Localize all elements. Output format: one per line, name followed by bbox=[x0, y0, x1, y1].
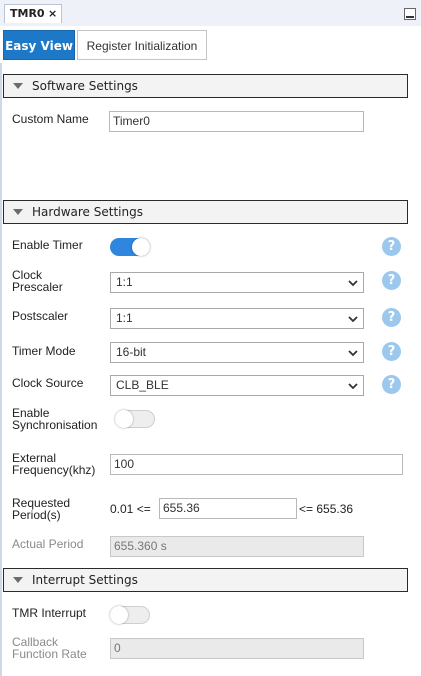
document-tab-title: TMR0 bbox=[10, 7, 45, 20]
chevron-down-icon bbox=[348, 280, 358, 287]
ext-freq-input[interactable]: 100 bbox=[110, 454, 403, 475]
selected-value: 16-bit bbox=[116, 345, 147, 359]
selected-value: 1:1 bbox=[116, 275, 133, 289]
software-settings-header[interactable]: Software Settings bbox=[3, 74, 408, 98]
chevron-down-icon bbox=[348, 350, 358, 357]
postscaler-label: Postscaler bbox=[12, 309, 69, 323]
timer-mode-label: Timer Mode bbox=[12, 344, 76, 358]
selected-value: 1:1 bbox=[116, 311, 133, 325]
actual-period-label: Actual Period bbox=[12, 537, 84, 551]
toggle-knob bbox=[110, 606, 128, 624]
tab-register-initialization[interactable]: Register Initialization bbox=[77, 30, 207, 60]
req-period-max: <= 655.36 bbox=[299, 502, 354, 516]
clock-prescaler-select[interactable]: 1:1 bbox=[110, 272, 364, 293]
collapse-triangle-icon[interactable] bbox=[13, 83, 23, 89]
toggle-knob bbox=[115, 410, 133, 428]
tmr-interrupt-toggle[interactable] bbox=[110, 606, 150, 624]
enable-timer-toggle[interactable] bbox=[110, 238, 150, 256]
enable-timer-label: Enable Timer bbox=[12, 238, 83, 252]
actual-period-value: 655.360 s bbox=[110, 536, 364, 557]
chevron-down-icon bbox=[348, 383, 358, 390]
help-icon[interactable]: ? bbox=[382, 308, 401, 327]
enable-sync-label-line2: Synchronisation bbox=[12, 418, 98, 432]
tmr-interrupt-label: TMR Interrupt bbox=[12, 606, 87, 620]
help-icon[interactable]: ? bbox=[382, 342, 401, 361]
section-title: Interrupt Settings bbox=[32, 573, 138, 587]
panel-left-border bbox=[0, 63, 2, 676]
collapse-triangle-icon[interactable] bbox=[13, 577, 23, 583]
document-tab-bar bbox=[0, 0, 421, 27]
section-title: Hardware Settings bbox=[32, 205, 143, 219]
custom-name-input[interactable]: Timer0 bbox=[109, 111, 364, 132]
req-period-min: 0.01 <= bbox=[110, 502, 151, 516]
chevron-down-icon bbox=[348, 316, 358, 323]
document-tab-tmr0[interactable]: TMR0 × bbox=[4, 4, 62, 23]
callback-rate-label-line2: Function Rate bbox=[12, 647, 87, 661]
close-icon[interactable]: × bbox=[48, 5, 57, 23]
minimize-icon[interactable] bbox=[404, 8, 416, 20]
help-icon[interactable]: ? bbox=[382, 375, 401, 394]
clock-source-select[interactable]: CLB_BLE bbox=[110, 375, 364, 396]
postscaler-select[interactable]: 1:1 bbox=[110, 308, 364, 329]
tab-easy-view[interactable]: Easy View bbox=[3, 30, 75, 60]
callback-rate-input: 0 bbox=[110, 638, 364, 659]
ext-freq-label-line2: Frequency(khz) bbox=[12, 463, 96, 477]
custom-name-label: Custom Name bbox=[12, 112, 89, 126]
section-title: Software Settings bbox=[32, 79, 138, 93]
toggle-knob bbox=[132, 238, 150, 256]
interrupt-settings-header[interactable]: Interrupt Settings bbox=[3, 568, 408, 592]
req-period-label-line2: Period(s) bbox=[12, 508, 61, 522]
req-period-input[interactable]: 655.36 bbox=[159, 498, 297, 519]
clock-prescaler-label-line2: Prescaler bbox=[12, 280, 63, 294]
timer-mode-select[interactable]: 16-bit bbox=[110, 342, 364, 363]
enable-sync-toggle[interactable] bbox=[115, 410, 155, 428]
selected-value: CLB_BLE bbox=[116, 378, 169, 392]
help-icon[interactable]: ? bbox=[382, 271, 401, 290]
clock-source-label: Clock Source bbox=[12, 376, 84, 390]
hardware-settings-header[interactable]: Hardware Settings bbox=[3, 200, 408, 224]
collapse-triangle-icon[interactable] bbox=[13, 209, 23, 215]
help-icon[interactable]: ? bbox=[382, 237, 401, 256]
